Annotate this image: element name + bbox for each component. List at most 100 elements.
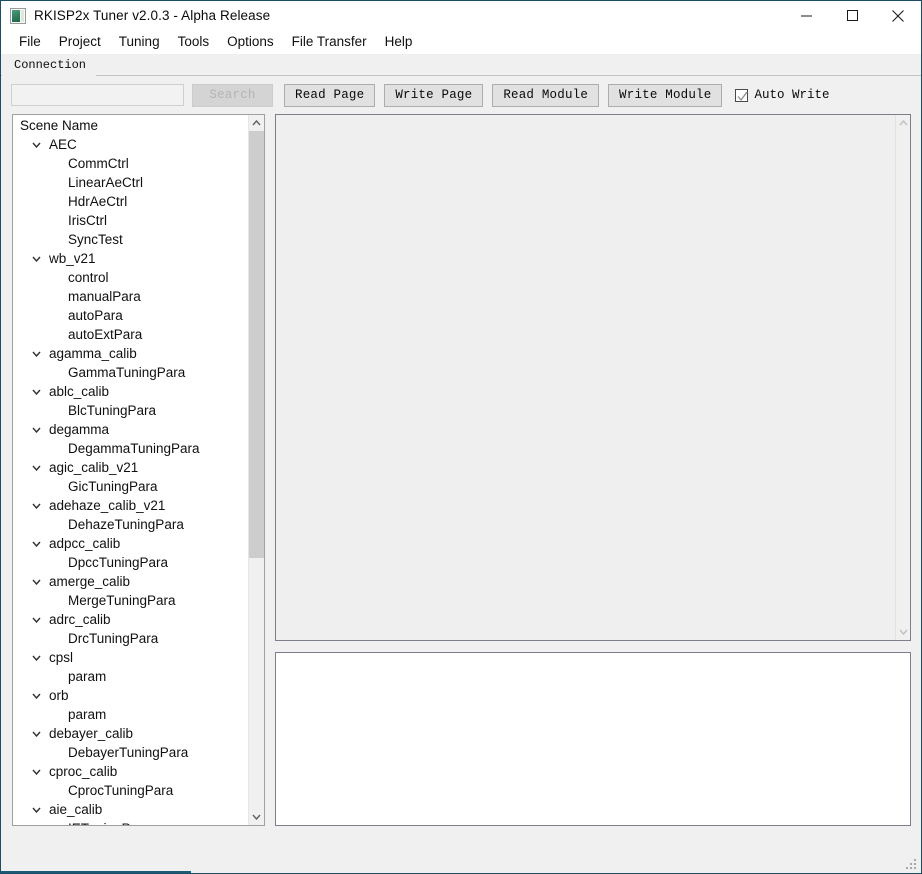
tree-expander[interactable] — [29, 765, 43, 779]
log-panel[interactable] — [275, 652, 911, 826]
menu-item-options[interactable]: Options — [218, 32, 283, 52]
tree-item[interactable]: CprocTuningPara — [13, 781, 248, 800]
tree-item[interactable]: agamma_calib — [13, 344, 248, 363]
tree-expander[interactable] — [29, 537, 43, 551]
tree-expander[interactable] — [29, 689, 43, 703]
tab-connection[interactable]: Connection — [2, 56, 96, 76]
tree-expander[interactable] — [29, 423, 43, 437]
tree-scroll-thumb[interactable] — [249, 131, 264, 558]
tree-item[interactable]: adpcc_calib — [13, 534, 248, 553]
tree-item-label: aie_calib — [49, 802, 102, 817]
tree-scroll-down-button[interactable] — [249, 809, 264, 825]
tree-item[interactable]: AEC — [13, 135, 248, 154]
tree-item[interactable]: amerge_calib — [13, 572, 248, 591]
tree-item-label: adrc_calib — [49, 612, 111, 627]
chevron-down-icon — [899, 629, 908, 635]
write-page-button[interactable]: Write Page — [384, 84, 483, 107]
tree-item[interactable]: agic_calib_v21 — [13, 458, 248, 477]
tree-item[interactable]: DehazeTuningPara — [13, 515, 248, 534]
tree-item[interactable]: adehaze_calib_v21 — [13, 496, 248, 515]
tree-item[interactable]: degamma — [13, 420, 248, 439]
tree-item[interactable]: GicTuningPara — [13, 477, 248, 496]
tree-expander[interactable] — [29, 727, 43, 741]
minimize-button[interactable] — [783, 1, 829, 31]
tree-item-label: IETuningPara — [68, 821, 150, 825]
tree-item[interactable]: MergeTuningPara — [13, 591, 248, 610]
parameter-panel-scrollbar[interactable] — [895, 115, 910, 640]
tree-item[interactable]: CommCtrl — [13, 154, 248, 173]
scene-tree[interactable]: Scene Name AECCommCtrlLinearAeCtrlHdrAeC… — [13, 115, 248, 825]
tree-item[interactable]: LinearAeCtrl — [13, 173, 248, 192]
panel-scroll-track[interactable] — [896, 131, 910, 624]
resize-grip-icon[interactable] — [905, 858, 918, 871]
read-page-button[interactable]: Read Page — [284, 84, 375, 107]
parameter-panel — [275, 114, 911, 641]
maximize-button[interactable] — [829, 1, 875, 31]
tree-item[interactable]: BlcTuningPara — [13, 401, 248, 420]
tree-item[interactable]: autoExtPara — [13, 325, 248, 344]
close-button[interactable] — [875, 1, 921, 31]
tree-item[interactable]: DrcTuningPara — [13, 629, 248, 648]
tree-item[interactable]: cproc_calib — [13, 762, 248, 781]
menu-item-file-transfer[interactable]: File Transfer — [283, 32, 376, 52]
tree-expander[interactable] — [29, 347, 43, 361]
tree-expander[interactable] — [29, 803, 43, 817]
tree-item[interactable]: manualPara — [13, 287, 248, 306]
tree-item[interactable]: control — [13, 268, 248, 287]
tree-item[interactable]: SyncTest — [13, 230, 248, 249]
tree-expander[interactable] — [29, 385, 43, 399]
tree-expander[interactable] — [29, 138, 43, 152]
tree-item[interactable]: IETuningPara — [13, 819, 248, 825]
tree-item-label: GammaTuningPara — [68, 365, 185, 380]
maximize-icon — [847, 10, 858, 21]
tree-item[interactable]: param — [13, 667, 248, 686]
panel-scroll-up-button[interactable] — [896, 115, 910, 131]
tree-item[interactable]: ablc_calib — [13, 382, 248, 401]
tree-item-label: DehazeTuningPara — [68, 517, 184, 532]
menu-item-file[interactable]: File — [10, 32, 50, 52]
tree-expander[interactable] — [29, 613, 43, 627]
window-title: RKISP2x Tuner v2.0.3 - Alpha Release — [34, 8, 270, 23]
search-button[interactable]: Search — [192, 84, 273, 107]
tree-item[interactable]: autoPara — [13, 306, 248, 325]
tree-item[interactable]: debayer_calib — [13, 724, 248, 743]
scene-tree-panel: Scene Name AECCommCtrlLinearAeCtrlHdrAeC… — [12, 114, 265, 826]
tree-item[interactable]: adrc_calib — [13, 610, 248, 629]
tree-scrollbar[interactable] — [248, 115, 264, 825]
tree-item[interactable]: cpsl — [13, 648, 248, 667]
scene-tree-rows: AECCommCtrlLinearAeCtrlHdrAeCtrlIrisCtrl… — [13, 135, 248, 825]
tree-expander[interactable] — [29, 499, 43, 513]
tree-item[interactable]: GammaTuningPara — [13, 363, 248, 382]
tree-item[interactable]: IrisCtrl — [13, 211, 248, 230]
read-module-button[interactable]: Read Module — [492, 84, 599, 107]
menu-item-project[interactable]: Project — [50, 32, 110, 52]
tree-item-label: MergeTuningPara — [68, 593, 176, 608]
tree-expander[interactable] — [29, 252, 43, 266]
write-module-button[interactable]: Write Module — [608, 84, 722, 107]
tree-item[interactable]: param — [13, 705, 248, 724]
menu-item-tools[interactable]: Tools — [169, 32, 219, 52]
tree-expander[interactable] — [29, 651, 43, 665]
tree-item-label: autoExtPara — [68, 327, 142, 342]
tree-item[interactable]: DebayerTuningPara — [13, 743, 248, 762]
tree-item[interactable]: DegammaTuningPara — [13, 439, 248, 458]
auto-write-checkbox[interactable]: Auto Write — [735, 88, 829, 102]
tree-scroll-up-button[interactable] — [249, 115, 264, 131]
panel-scroll-down-button[interactable] — [896, 624, 910, 640]
chevron-down-icon — [32, 579, 41, 585]
tree-item-label: DebayerTuningPara — [68, 745, 188, 760]
tree-expander[interactable] — [29, 575, 43, 589]
tree-item[interactable]: DpccTuningPara — [13, 553, 248, 572]
tree-scroll-track[interactable] — [249, 131, 264, 809]
tree-expander[interactable] — [29, 461, 43, 475]
tree-item[interactable]: aie_calib — [13, 800, 248, 819]
chevron-down-icon — [32, 655, 41, 661]
tree-item-label: DrcTuningPara — [68, 631, 158, 646]
tree-item[interactable]: orb — [13, 686, 248, 705]
menu-item-help[interactable]: Help — [376, 32, 422, 52]
search-input[interactable] — [11, 84, 184, 106]
menu-item-tuning[interactable]: Tuning — [110, 32, 169, 52]
tree-item[interactable]: HdrAeCtrl — [13, 192, 248, 211]
tree-item[interactable]: wb_v21 — [13, 249, 248, 268]
tree-item-label: ablc_calib — [49, 384, 109, 399]
